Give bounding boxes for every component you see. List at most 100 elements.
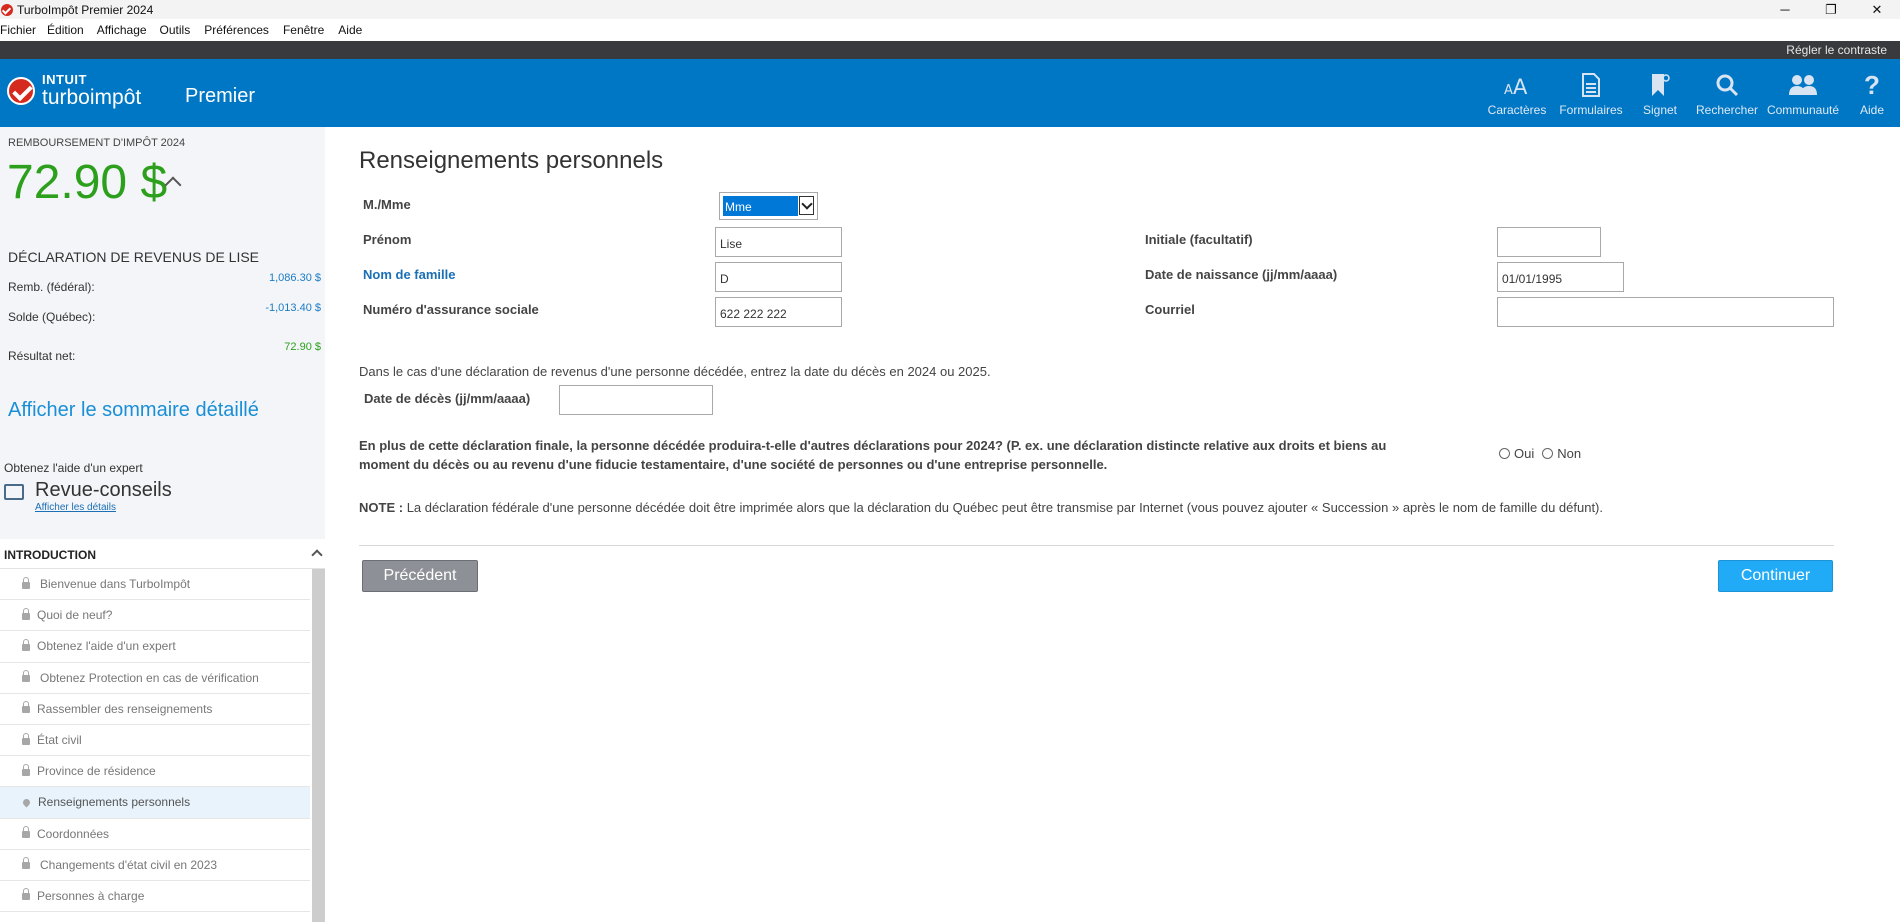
app-header: INTUIT turboimpôt Premier AA Caractères …	[0, 59, 1900, 127]
contrast-link[interactable]: Régler le contraste	[1786, 43, 1887, 57]
other-returns-radio-group: Oui Non	[1499, 446, 1589, 461]
contrast-bar: Régler le contraste	[0, 41, 1900, 59]
window-controls: ─ ❐ ✕	[1762, 0, 1900, 19]
nav-item-label: Changements d'état civil en 2023	[40, 857, 218, 872]
firstname-field[interactable]: Lise	[715, 227, 842, 257]
menu-bar: Fichier Édition Affichage Outils Préfére…	[0, 19, 1900, 41]
salutation-selected-value: Mme	[723, 196, 798, 216]
summary-row-federal: Remb. (fédéral): 1,086.30 $	[8, 272, 321, 294]
sidebar: REMBOURSEMENT D'IMPÔT 2024 72.90 $ DÉCLA…	[0, 127, 325, 922]
menu-outils[interactable]: Outils	[160, 23, 205, 37]
revue-details-link[interactable]: Afficher les détails	[35, 502, 116, 513]
nav-item-label: Obtenez Protection en cas de vérificatio…	[40, 670, 259, 685]
nav-item-label: Renseignements personnels	[38, 795, 191, 810]
sin-field[interactable]: 622 222 222	[715, 297, 842, 327]
initial-label: Initiale (facultatif)	[1145, 232, 1253, 247]
dob-field[interactable]: 01/01/1995	[1497, 262, 1624, 292]
window-title: TurboImpôt Premier 2024	[17, 2, 154, 17]
other-returns-question: En plus de cette déclaration finale, la …	[359, 436, 1386, 474]
radio-oui[interactable]	[1499, 448, 1510, 459]
tool-label: Rechercher	[1695, 103, 1759, 117]
header-toolbar: AA Caractères Formulaires Signet Recherc…	[1480, 59, 1900, 127]
tool-formulaires[interactable]: Formulaires	[1554, 59, 1628, 117]
chevron-down-icon[interactable]	[799, 196, 814, 215]
refund-label: REMBOURSEMENT D'IMPÔT 2024	[8, 137, 186, 149]
radio-oui-label[interactable]: Oui	[1514, 446, 1534, 461]
declaration-title: DÉCLARATION DE REVENUS DE LISE	[8, 249, 260, 265]
nav-item[interactable]: État civil	[0, 725, 310, 757]
minimize-button[interactable]: ─	[1762, 0, 1808, 19]
death-date-field[interactable]	[559, 385, 713, 415]
menu-affichage[interactable]: Affichage	[97, 23, 160, 37]
tool-signet[interactable]: Signet	[1628, 59, 1692, 117]
nav-item[interactable]: Bienvenue dans TurboImpôt	[0, 569, 310, 601]
note-body: La déclaration fédérale d'une personne d…	[406, 500, 1603, 515]
nav-section-header[interactable]: INTRODUCTION	[0, 539, 325, 569]
tool-aide[interactable]: ? Aide	[1844, 59, 1900, 117]
expert-label: Obtenez l'aide d'un expert	[4, 461, 143, 475]
continue-button[interactable]: Continuer	[1718, 560, 1833, 592]
nav-item-active[interactable]: Renseignements personnels	[0, 787, 310, 819]
nav-item[interactable]: Obtenez l'aide d'un expert	[0, 631, 310, 663]
people-icon	[1788, 71, 1818, 99]
tool-label: Signet	[1642, 103, 1678, 117]
lock-icon	[22, 576, 30, 589]
menu-preferences[interactable]: Préférences	[204, 23, 283, 37]
title-bar: TurboImpôt Premier 2024 ─ ❐ ✕	[0, 0, 1900, 19]
summary-row-quebec: Solde (Québec): -1,013.40 $	[8, 302, 321, 324]
menu-fenetre[interactable]: Fenêtre	[283, 23, 338, 37]
nav-section-title: INTRODUCTION	[4, 548, 96, 562]
summary-row-label: Résultat net:	[8, 349, 76, 363]
restore-button[interactable]: ❐	[1808, 0, 1854, 19]
document-icon	[1581, 71, 1601, 99]
nav-item[interactable]: Coordonnées	[0, 819, 310, 850]
checkmark-logo-icon	[7, 76, 35, 105]
email-field[interactable]	[1497, 297, 1834, 327]
deceased-info-text: Dans le cas d'une déclaration de revenus…	[359, 364, 991, 379]
close-button[interactable]: ✕	[1854, 0, 1900, 19]
menu-aide[interactable]: Aide	[338, 23, 371, 37]
lock-icon	[22, 701, 30, 714]
nav-item[interactable]: Province de résidence	[0, 756, 310, 788]
nav-item[interactable]: Quoi de neuf?	[0, 600, 310, 632]
edition-label: Premier	[185, 85, 256, 107]
menu-fichier[interactable]: Fichier	[0, 23, 47, 37]
chevron-up-icon[interactable]	[311, 549, 323, 561]
salutation-select[interactable]: Mme	[719, 192, 818, 220]
nav-item[interactable]: Changements d'état civil en 2023	[0, 850, 310, 881]
summary-row-value: 72.90 $	[284, 341, 321, 353]
help-icon: ?	[1864, 70, 1880, 100]
nav-item-label: Coordonnées	[37, 826, 110, 841]
lock-icon	[22, 670, 30, 683]
nav-item-label: Bienvenue dans TurboImpôt	[40, 577, 191, 592]
navigation-panel: INTRODUCTION Bienvenue dans TurboImpôt Q…	[0, 539, 325, 922]
svg-text:A: A	[1513, 75, 1528, 96]
tool-label: Communauté	[1766, 103, 1840, 117]
tool-label: Aide	[1859, 103, 1885, 117]
lock-icon	[22, 826, 30, 839]
menu-edition[interactable]: Édition	[47, 23, 97, 37]
summary-row-net: Résultat net: 72.90 $	[8, 341, 321, 363]
radio-non[interactable]	[1542, 448, 1554, 459]
nav-item[interactable]: Obtenez Protection en cas de vérificatio…	[0, 663, 310, 694]
detailed-summary-link[interactable]: Afficher le sommaire détaillé	[8, 399, 259, 422]
nav-item-label: Rassembler des renseignements	[37, 701, 213, 716]
initial-field[interactable]	[1497, 227, 1601, 257]
tool-communaute[interactable]: Communauté	[1762, 59, 1844, 117]
nav-item[interactable]: Personnes à charge	[0, 881, 310, 913]
logo-brand-text: turboimpôt	[42, 86, 142, 109]
nav-item[interactable]: Rassembler des renseignements	[0, 694, 310, 725]
nav-item-label: Personnes à charge	[37, 888, 145, 903]
nav-scrollbar[interactable]	[312, 569, 325, 922]
previous-button[interactable]: Précédent	[362, 560, 478, 592]
radio-non-label[interactable]: Non	[1557, 446, 1581, 461]
lastname-label[interactable]: Nom de famille	[363, 267, 455, 282]
lock-icon	[22, 888, 30, 901]
lastname-field[interactable]: D	[715, 262, 842, 292]
bookmark-icon	[1649, 71, 1671, 99]
tool-rechercher[interactable]: Rechercher	[1692, 59, 1762, 117]
tool-caracteres[interactable]: AA Caractères	[1480, 59, 1554, 117]
logo-intuit-text: INTUIT	[42, 72, 87, 87]
laptop-icon	[4, 484, 24, 500]
tool-label: Caractères	[1487, 103, 1547, 117]
